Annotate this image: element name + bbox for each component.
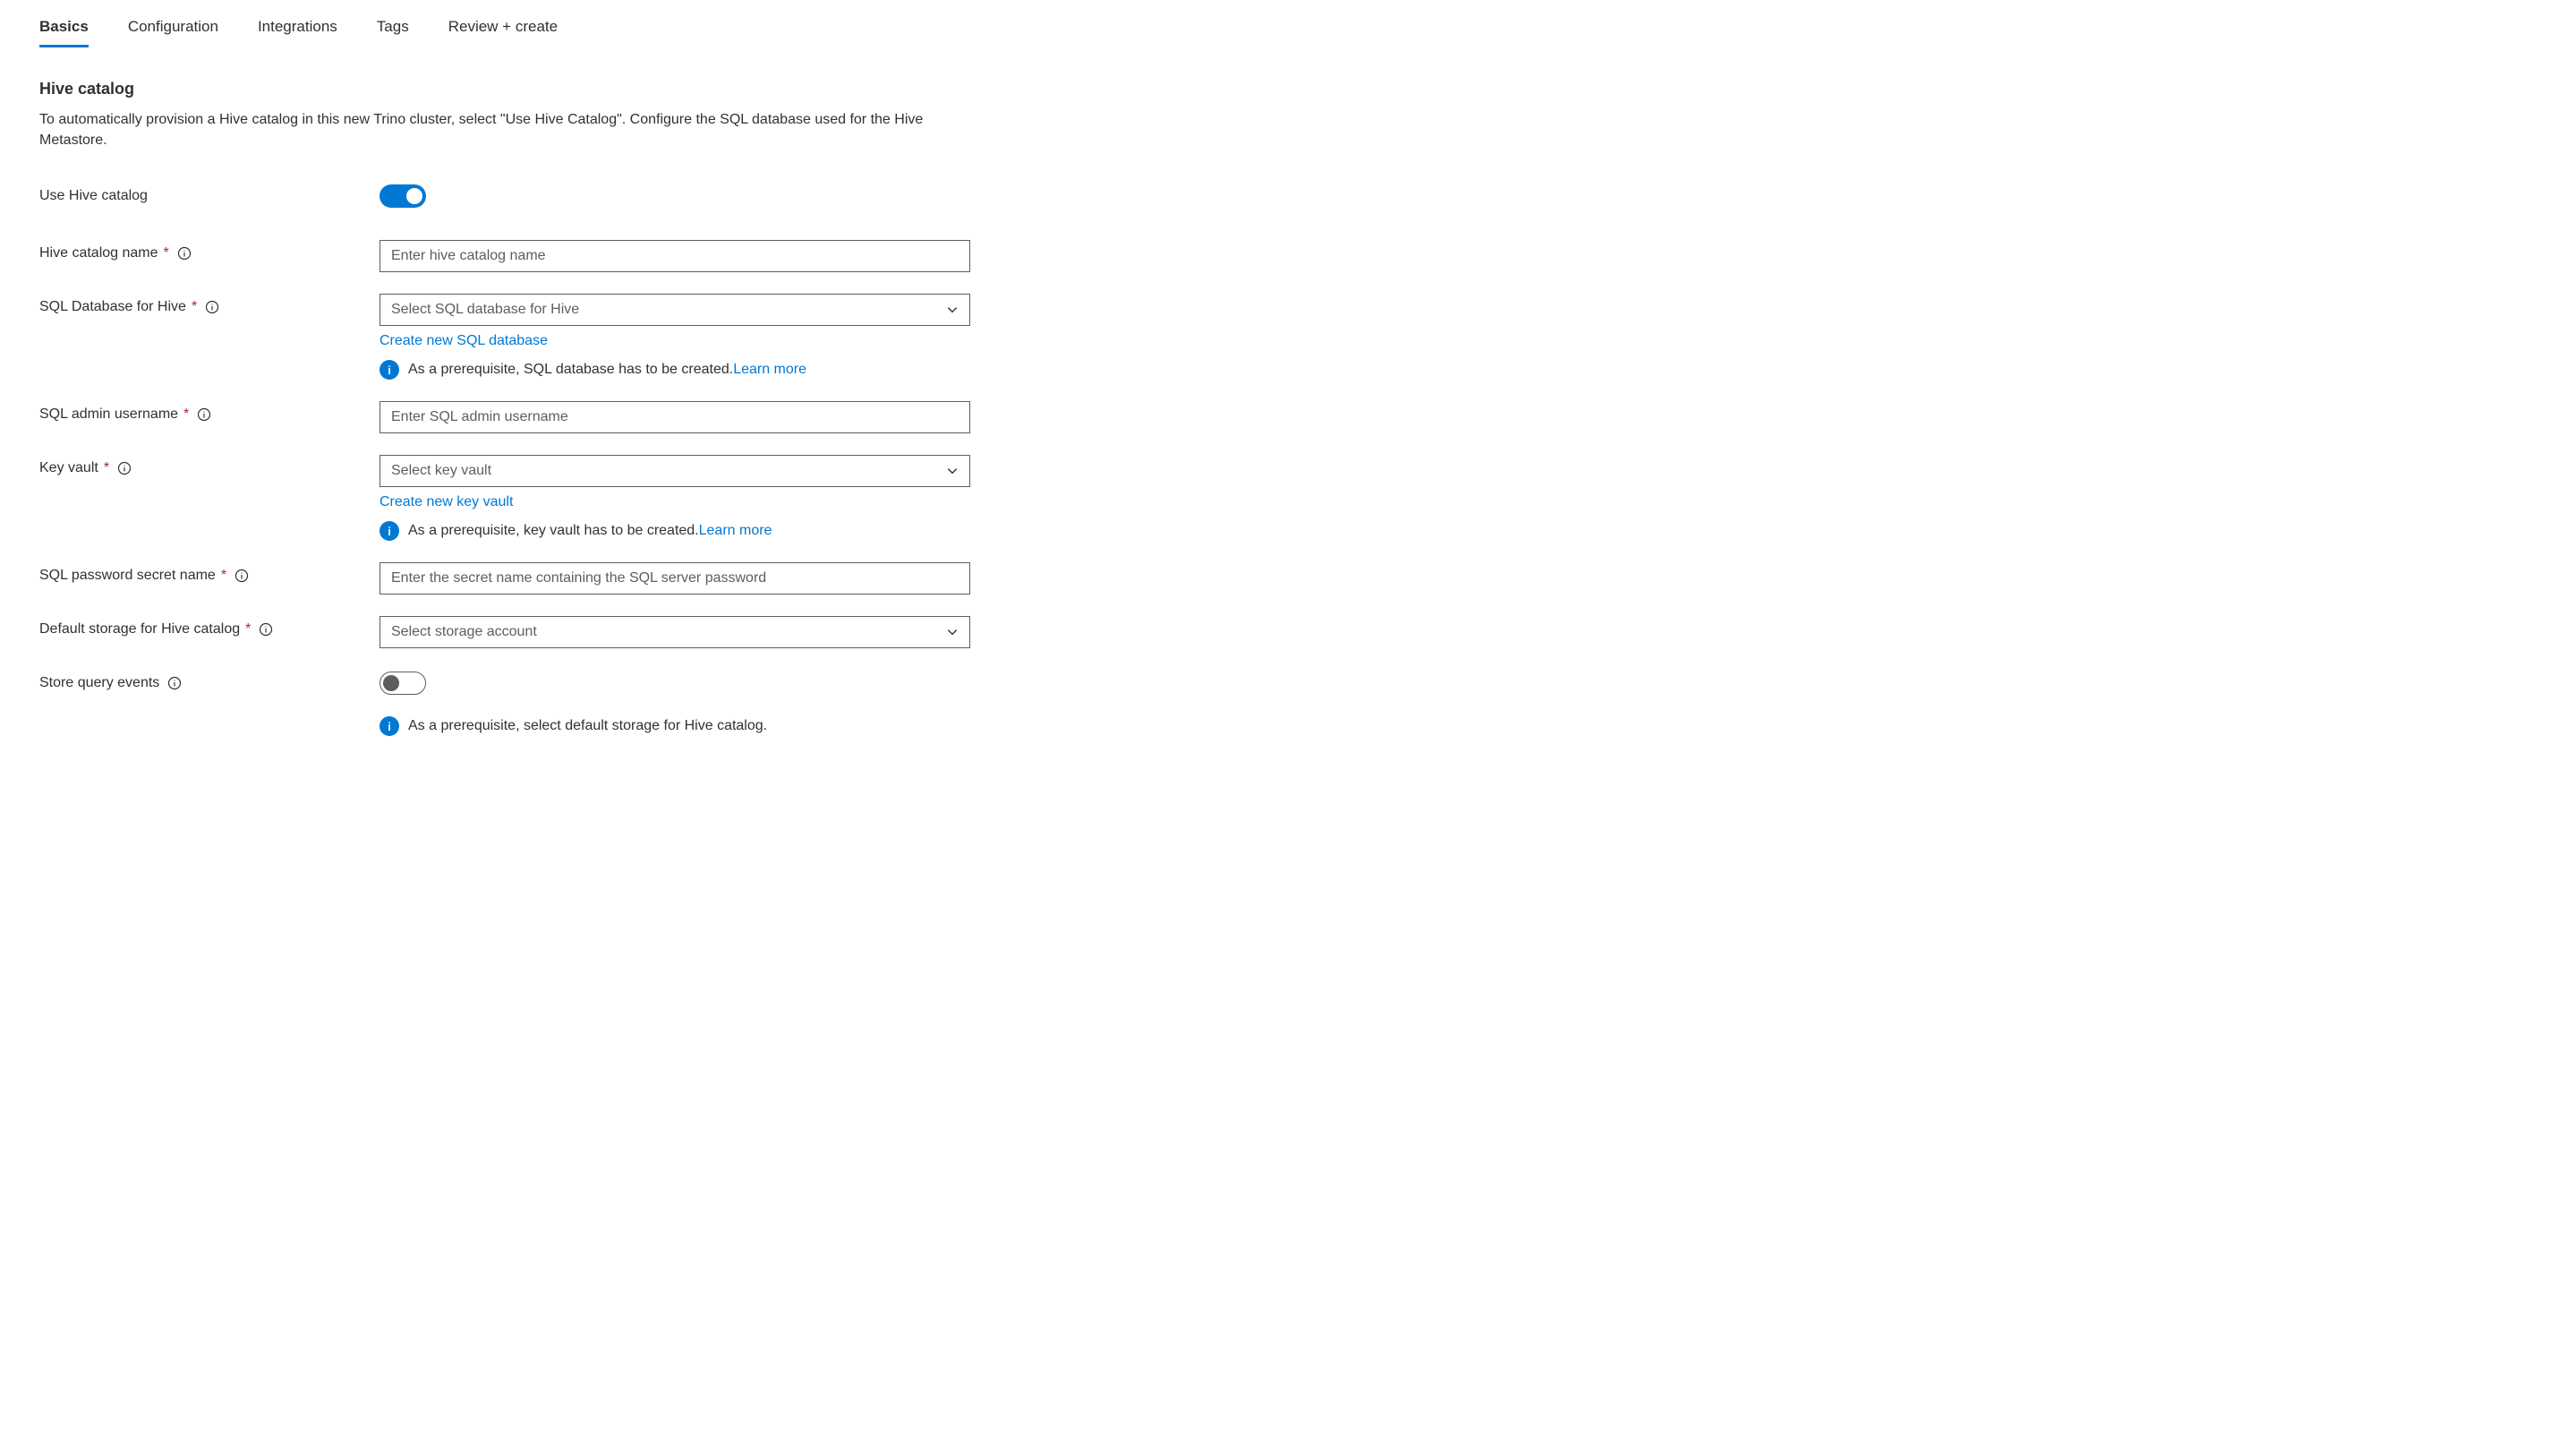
- label-sql-database: SQL Database for Hive *: [39, 294, 380, 315]
- label-text: Store query events: [39, 675, 159, 691]
- label-use-hive-catalog: Use Hive catalog: [39, 183, 380, 204]
- create-sql-database-link[interactable]: Create new SQL database: [380, 333, 970, 349]
- info-icon[interactable]: [196, 406, 212, 423]
- info-icon[interactable]: [176, 245, 192, 261]
- label-store-query-events: Store query events: [39, 670, 380, 691]
- key-vault-select[interactable]: Select key vault: [380, 455, 970, 487]
- tab-tags[interactable]: Tags: [377, 18, 409, 47]
- tab-integrations[interactable]: Integrations: [258, 18, 337, 47]
- sql-admin-username-input[interactable]: [380, 401, 970, 433]
- default-storage-select[interactable]: Select storage account: [380, 616, 970, 648]
- info-icon[interactable]: [234, 568, 250, 584]
- label-default-storage: Default storage for Hive catalog *: [39, 616, 380, 637]
- label-sql-password-secret: SQL password secret name *: [39, 562, 380, 584]
- sql-database-info-text: As a prerequisite, SQL database has to b…: [408, 362, 806, 378]
- chevron-down-icon: [946, 465, 959, 477]
- row-key-vault: Key vault * Select key vault Create new …: [39, 455, 2537, 541]
- row-sql-admin-username: SQL admin username *: [39, 401, 2537, 433]
- row-sql-database: SQL Database for Hive * Select SQL datab…: [39, 294, 2537, 380]
- create-key-vault-link[interactable]: Create new key vault: [380, 494, 970, 510]
- chevron-down-icon: [946, 304, 959, 316]
- tab-review-create[interactable]: Review + create: [448, 18, 558, 47]
- toggle-store-query-events[interactable]: [380, 672, 426, 695]
- required-star: *: [164, 245, 169, 261]
- info-text-content: As a prerequisite, key vault has to be c…: [408, 523, 699, 538]
- row-sql-password-secret: SQL password secret name *: [39, 562, 2537, 595]
- select-placeholder: Select SQL database for Hive: [391, 302, 579, 318]
- required-star: *: [192, 299, 197, 315]
- label-text: Use Hive catalog: [39, 188, 148, 204]
- required-star: *: [183, 406, 189, 423]
- sql-database-select[interactable]: Select SQL database for Hive: [380, 294, 970, 326]
- info-icon[interactable]: [166, 675, 183, 691]
- row-hive-catalog-name: Hive catalog name *: [39, 240, 2537, 272]
- required-star: *: [245, 621, 251, 637]
- label-text: Default storage for Hive catalog: [39, 621, 240, 637]
- info-icon[interactable]: [258, 621, 274, 637]
- label-text: Key vault: [39, 460, 98, 476]
- label-text: SQL password secret name: [39, 568, 216, 584]
- key-vault-learn-more-link[interactable]: Learn more: [699, 523, 772, 538]
- hive-catalog-name-input[interactable]: [380, 240, 970, 272]
- store-query-events-info-text: As a prerequisite, select default storag…: [408, 718, 767, 734]
- row-store-query-events: Store query events i As a prerequisite, …: [39, 670, 2537, 736]
- chevron-down-icon: [946, 626, 959, 638]
- row-use-hive-catalog: Use Hive catalog: [39, 183, 2537, 208]
- label-text: Hive catalog name: [39, 245, 158, 261]
- info-badge-icon: i: [380, 521, 399, 541]
- info-icon[interactable]: [116, 460, 132, 476]
- label-sql-admin-username: SQL admin username *: [39, 401, 380, 423]
- key-vault-info-text: As a prerequisite, key vault has to be c…: [408, 523, 772, 539]
- sql-password-secret-input[interactable]: [380, 562, 970, 595]
- label-key-vault: Key vault *: [39, 455, 380, 476]
- info-icon[interactable]: [204, 299, 220, 315]
- toggle-use-hive-catalog[interactable]: [380, 184, 426, 208]
- required-star: *: [221, 568, 226, 584]
- info-badge-icon: i: [380, 360, 399, 380]
- section-title: Hive catalog: [39, 80, 2537, 98]
- row-default-storage: Default storage for Hive catalog * Selec…: [39, 616, 2537, 648]
- required-star: *: [104, 460, 109, 476]
- tab-configuration[interactable]: Configuration: [128, 18, 218, 47]
- label-text: SQL admin username: [39, 406, 178, 423]
- label-hive-catalog-name: Hive catalog name *: [39, 240, 380, 261]
- select-placeholder: Select storage account: [391, 624, 537, 640]
- tab-bar: Basics Configuration Integrations Tags R…: [39, 18, 2537, 47]
- tab-basics[interactable]: Basics: [39, 18, 89, 47]
- label-text: SQL Database for Hive: [39, 299, 186, 315]
- info-badge-icon: i: [380, 716, 399, 736]
- sql-database-learn-more-link[interactable]: Learn more: [733, 362, 806, 377]
- info-text-content: As a prerequisite, SQL database has to b…: [408, 362, 733, 377]
- select-placeholder: Select key vault: [391, 463, 491, 479]
- section-description: To automatically provision a Hive catalo…: [39, 109, 970, 150]
